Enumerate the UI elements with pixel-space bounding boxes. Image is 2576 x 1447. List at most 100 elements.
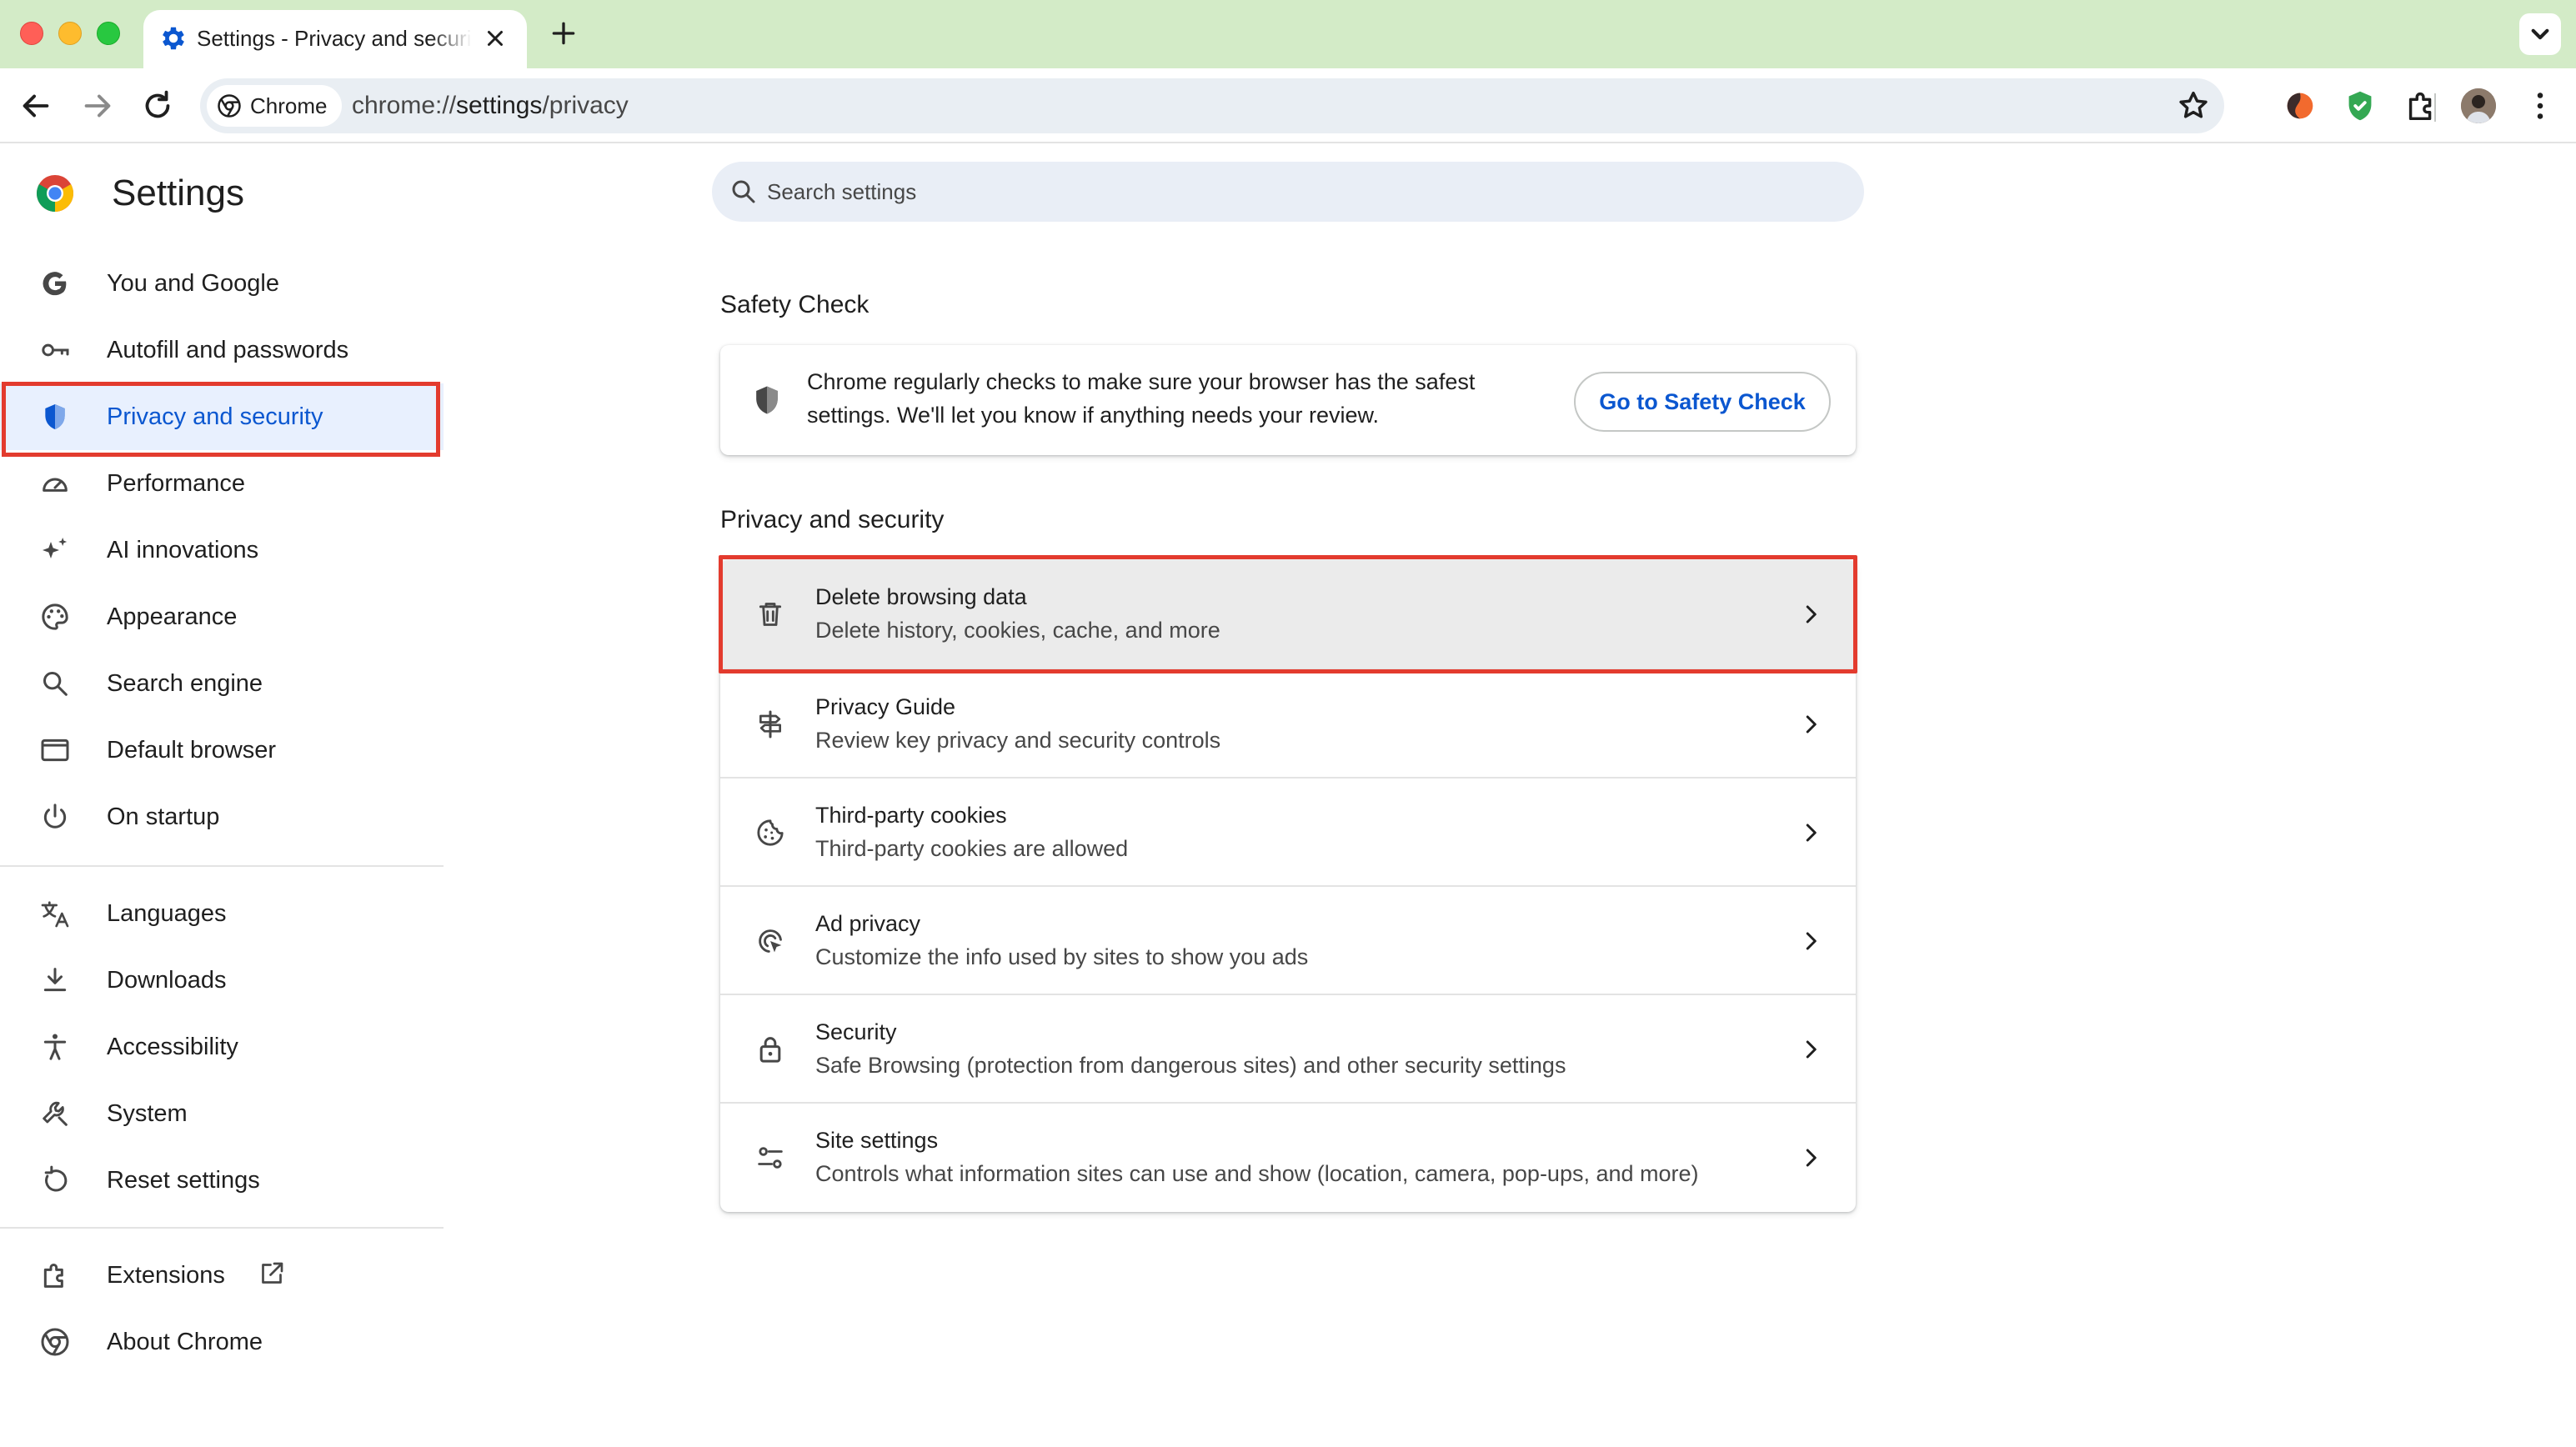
sidebar-item-label: System xyxy=(107,1100,188,1127)
sidebar-item-label: Downloads xyxy=(107,967,227,994)
minimize-window-button[interactable] xyxy=(58,22,82,45)
delete-browsing-data-row[interactable]: Delete browsing data Delete history, coo… xyxy=(720,560,1856,668)
url-text[interactable]: chrome://settings/privacy xyxy=(352,78,629,133)
palette-icon xyxy=(38,600,72,633)
bookmark-star-icon[interactable] xyxy=(2174,87,2213,125)
row-title: Privacy Guide xyxy=(815,694,956,719)
sidebar-item-ai-innovations[interactable]: AI innovations xyxy=(0,517,444,583)
close-window-button[interactable] xyxy=(20,22,43,45)
security-row[interactable]: Security Safe Browsing (protection from … xyxy=(720,994,1856,1102)
site-info-chip[interactable]: Chrome xyxy=(207,85,343,127)
sidebar-item-you-and-google[interactable]: You and Google xyxy=(0,250,444,317)
site-settings-row[interactable]: Site settings Controls what information … xyxy=(720,1102,1856,1212)
sidebar-item-label: Reset settings xyxy=(107,1167,260,1194)
sidebar-item-autofill[interactable]: Autofill and passwords xyxy=(0,317,444,383)
sidebar-item-system[interactable]: System xyxy=(0,1080,444,1147)
sidebar-item-label: Search engine xyxy=(107,670,263,697)
third-party-cookies-row[interactable]: Third-party cookies Third-party cookies … xyxy=(720,777,1856,885)
tab-settings[interactable]: Settings - Privacy and security xyxy=(143,10,527,68)
address-bar[interactable]: Chrome chrome://settings/privacy xyxy=(200,78,2224,133)
row-subtitle: Safe Browsing (protection from dangerous… xyxy=(815,1053,1566,1078)
safety-check-heading: Safety Check xyxy=(720,291,870,318)
tab-search-button[interactable] xyxy=(2519,13,2561,55)
search-settings-box[interactable] xyxy=(712,162,1864,222)
open-in-new-icon xyxy=(257,1259,287,1289)
browser-toolbar: Chrome chrome://settings/privacy xyxy=(0,68,2576,143)
sidebar-item-label: Extensions xyxy=(107,1262,225,1289)
back-arrow-icon[interactable] xyxy=(17,87,55,125)
safety-check-card: Chrome regularly checks to make sure you… xyxy=(720,345,1856,455)
forward-arrow-icon[interactable] xyxy=(78,87,117,125)
row-title: Third-party cookies xyxy=(815,803,1007,828)
reload-icon[interactable] xyxy=(138,87,177,125)
sidebar-item-extensions[interactable]: Extensions xyxy=(0,1242,444,1309)
sidebar-item-default-browser[interactable]: Default browser xyxy=(0,717,444,784)
download-icon xyxy=(38,964,72,997)
accessibility-icon xyxy=(38,1030,72,1064)
sidebar-item-search-engine[interactable]: Search engine xyxy=(0,650,444,717)
chevron-right-icon xyxy=(1796,926,1826,956)
chrome-logo-icon xyxy=(35,173,75,213)
sidebar-item-label: Autofill and passwords xyxy=(107,337,349,363)
browser-window-icon xyxy=(38,734,72,767)
sidebar-item-performance[interactable]: Performance xyxy=(0,450,444,517)
chrome-icon xyxy=(217,93,242,118)
cookie-icon xyxy=(754,816,787,849)
ad-privacy-row[interactable]: Ad privacy Customize the info used by si… xyxy=(720,885,1856,994)
shield-check-icon xyxy=(749,382,785,418)
sidebar-item-label: AI innovations xyxy=(107,537,259,563)
row-title: Site settings xyxy=(815,1128,939,1153)
search-icon xyxy=(729,177,759,207)
chevron-right-icon xyxy=(1796,1034,1826,1064)
privacy-card: Delete browsing data Delete history, coo… xyxy=(720,560,1856,1212)
trash-icon xyxy=(754,598,787,631)
zoom-window-button[interactable] xyxy=(97,22,120,45)
reset-icon xyxy=(38,1164,72,1197)
extension-flame-icon[interactable] xyxy=(2281,87,2319,125)
new-tab-icon[interactable] xyxy=(547,17,580,50)
privacy-section-heading: Privacy and security xyxy=(720,506,945,533)
go-to-safety-check-button[interactable]: Go to Safety Check xyxy=(1574,372,1831,432)
sparkle-icon xyxy=(38,533,72,567)
sidebar-item-reset-settings[interactable]: Reset settings xyxy=(0,1147,444,1214)
sidebar-item-appearance[interactable]: Appearance xyxy=(0,583,444,650)
sidebar-item-label: Performance xyxy=(107,470,246,497)
close-tab-icon[interactable] xyxy=(480,23,510,53)
chip-label: Chrome xyxy=(250,93,328,118)
gear-icon xyxy=(158,23,188,53)
sidebar-item-label: Privacy and security xyxy=(107,403,323,430)
sidebar-item-about-chrome[interactable]: About Chrome xyxy=(0,1309,444,1375)
sidebar-item-label: Accessibility xyxy=(107,1034,238,1060)
privacy-guide-row[interactable]: Privacy Guide Review key privacy and sec… xyxy=(720,668,1856,777)
sidebar-item-label: Languages xyxy=(107,900,227,927)
chevron-right-icon xyxy=(1796,599,1826,629)
speedometer-icon xyxy=(38,467,72,500)
row-subtitle: Third-party cookies are allowed xyxy=(815,836,1129,861)
tune-icon xyxy=(754,1141,787,1174)
row-title: Delete browsing data xyxy=(815,584,1027,609)
google-g-icon xyxy=(38,267,72,300)
sidebar-item-accessibility[interactable]: Accessibility xyxy=(0,1014,444,1080)
puzzle-icon xyxy=(38,1259,72,1292)
row-title: Security xyxy=(815,1019,897,1044)
sidebar-item-downloads[interactable]: Downloads xyxy=(0,947,444,1014)
search-input[interactable] xyxy=(767,162,1834,222)
chevron-right-icon xyxy=(1796,1143,1826,1173)
sidebar-item-languages[interactable]: Languages xyxy=(0,880,444,947)
sidebar-item-label: Appearance xyxy=(107,603,238,630)
sidebar-item-privacy-and-security[interactable]: Privacy and security xyxy=(0,383,444,450)
chrome-icon xyxy=(38,1325,72,1359)
row-title: Ad privacy xyxy=(815,911,921,936)
toolbar-separator xyxy=(2434,93,2436,122)
row-subtitle: Controls what information sites can use … xyxy=(815,1161,1699,1186)
url-scheme: chrome:// xyxy=(352,92,457,119)
lock-icon xyxy=(754,1033,787,1066)
extension-shield-icon[interactable] xyxy=(2341,87,2379,125)
profile-avatar[interactable] xyxy=(2461,88,2496,123)
sidebar-item-on-startup[interactable]: On startup xyxy=(0,784,444,850)
row-subtitle: Delete history, cookies, cache, and more xyxy=(815,618,1220,643)
more-vertical-icon[interactable] xyxy=(2521,87,2559,125)
power-icon xyxy=(38,800,72,834)
chevron-right-icon xyxy=(1796,709,1826,739)
ad-privacy-icon xyxy=(754,924,787,958)
